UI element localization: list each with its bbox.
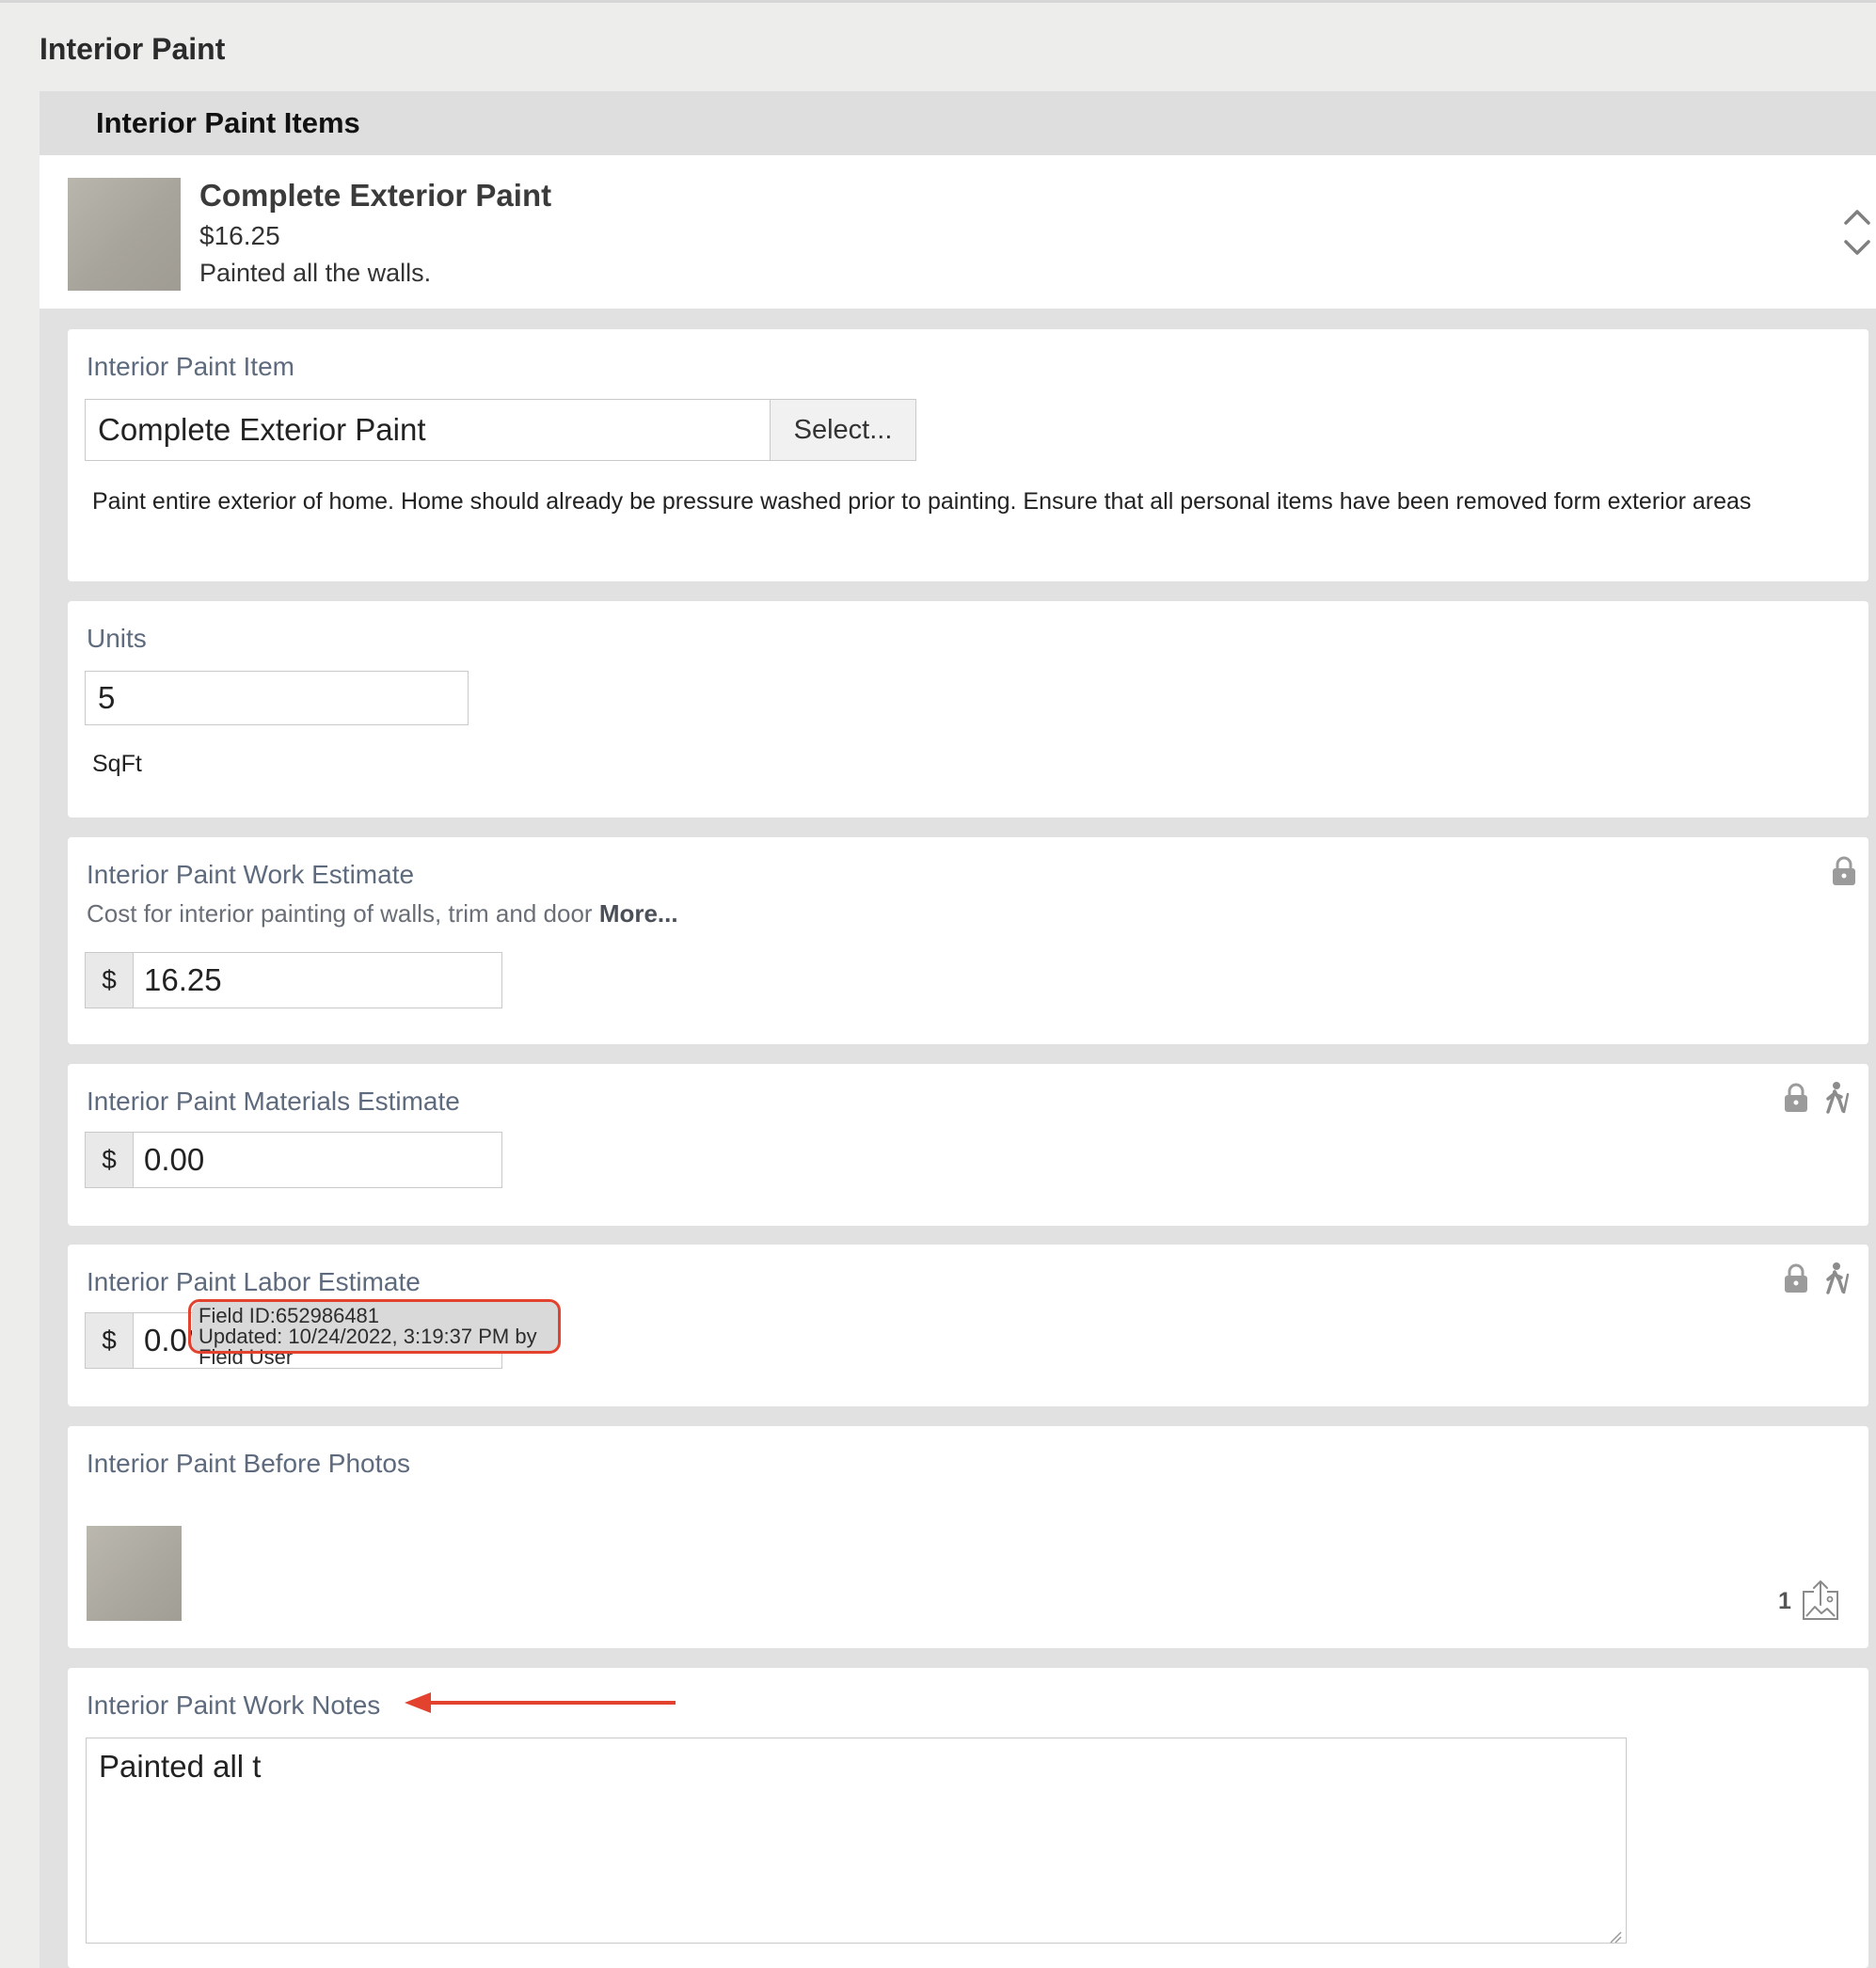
field-label-labor-estimate: Interior Paint Labor Estimate (87, 1267, 421, 1296)
field-label-units: Units (87, 624, 147, 653)
field-label-work-notes: Interior Paint Work Notes (87, 1690, 381, 1720)
currency-prefix: $ (86, 953, 134, 1008)
tooltip-updated: Updated: 10/24/2022, 3:19:37 PM by Field… (199, 1325, 537, 1369)
chevron-up-down-icon (1844, 210, 1870, 255)
work-notes-textarea[interactable]: Painted all t (86, 1738, 1627, 1944)
items-header: Interior Paint Items (40, 91, 1876, 155)
section-title: Interior Paint (40, 32, 226, 66)
item-note: Painted all the walls. (199, 259, 432, 287)
reorder-control[interactable] (1838, 200, 1876, 266)
field-label-materials-estimate: Interior Paint Materials Estimate (87, 1087, 460, 1116)
work-estimate-input[interactable]: $ 16.25 (85, 952, 502, 1008)
currency-prefix: $ (86, 1313, 134, 1368)
more-link[interactable]: More... (599, 899, 678, 928)
hiker-icon[interactable] (1823, 1081, 1855, 1115)
before-photo-thumbnail[interactable] (87, 1526, 182, 1621)
items-header-title: Interior Paint Items (96, 106, 360, 139)
card-paint-item: Interior Paint Item Complete Exterior Pa… (68, 329, 1868, 581)
item-price: $16.25 (199, 221, 280, 250)
work-estimate-help: Cost for interior painting of walls, tri… (87, 899, 678, 928)
photo-count: 1 (1778, 1588, 1791, 1614)
select-button[interactable]: Select... (770, 399, 916, 461)
lock-icon[interactable] (1831, 856, 1857, 886)
field-label-before-photos: Interior Paint Before Photos (87, 1449, 410, 1478)
card-before-photos: Interior Paint Before Photos 1 (68, 1426, 1868, 1648)
field-label-work-estimate: Interior Paint Work Estimate (87, 860, 415, 889)
card-work-estimate: Interior Paint Work Estimate Cost for in… (68, 837, 1868, 1044)
hiker-icon[interactable] (1823, 1262, 1855, 1295)
paint-item-description: Paint entire exterior of home. Home shou… (92, 488, 1752, 515)
item-name: Complete Exterior Paint (199, 178, 552, 213)
currency-prefix: $ (86, 1133, 134, 1187)
field-label-paint-item: Interior Paint Item (87, 352, 294, 381)
tooltip-field-id: Field ID:652986481 (199, 1304, 380, 1327)
card-materials-estimate: Interior Paint Materials Estimate $ 0.00 (68, 1064, 1868, 1226)
lock-icon[interactable] (1783, 1083, 1809, 1113)
paint-item-input[interactable]: Complete Exterior Paint (85, 399, 771, 461)
card-work-notes: Interior Paint Work Notes Painted all t (68, 1668, 1868, 1968)
item-summary-row[interactable]: Complete Exterior Paint $16.25 Painted a… (40, 155, 1876, 309)
upload-photo-icon[interactable] (1801, 1579, 1840, 1622)
item-thumbnail[interactable] (68, 178, 181, 291)
work-estimate-value[interactable]: 16.25 (134, 953, 501, 1008)
resize-handle-icon[interactable] (1609, 1930, 1622, 1944)
lock-icon[interactable] (1783, 1263, 1809, 1293)
materials-estimate-input[interactable]: $ 0.00 (85, 1132, 502, 1188)
units-input[interactable]: 5 (85, 671, 469, 725)
top-border (0, 0, 1876, 3)
annotation-arrow (405, 1692, 676, 1713)
field-info-tooltip: Field ID:652986481 Updated: 10/24/2022, … (192, 1302, 559, 1368)
units-unit-label: SqFt (92, 751, 142, 777)
work-estimate-help-text: Cost for interior painting of walls, tri… (87, 899, 593, 928)
materials-estimate-value[interactable]: 0.00 (134, 1133, 501, 1187)
card-units: Units 5 SqFt (68, 601, 1868, 817)
